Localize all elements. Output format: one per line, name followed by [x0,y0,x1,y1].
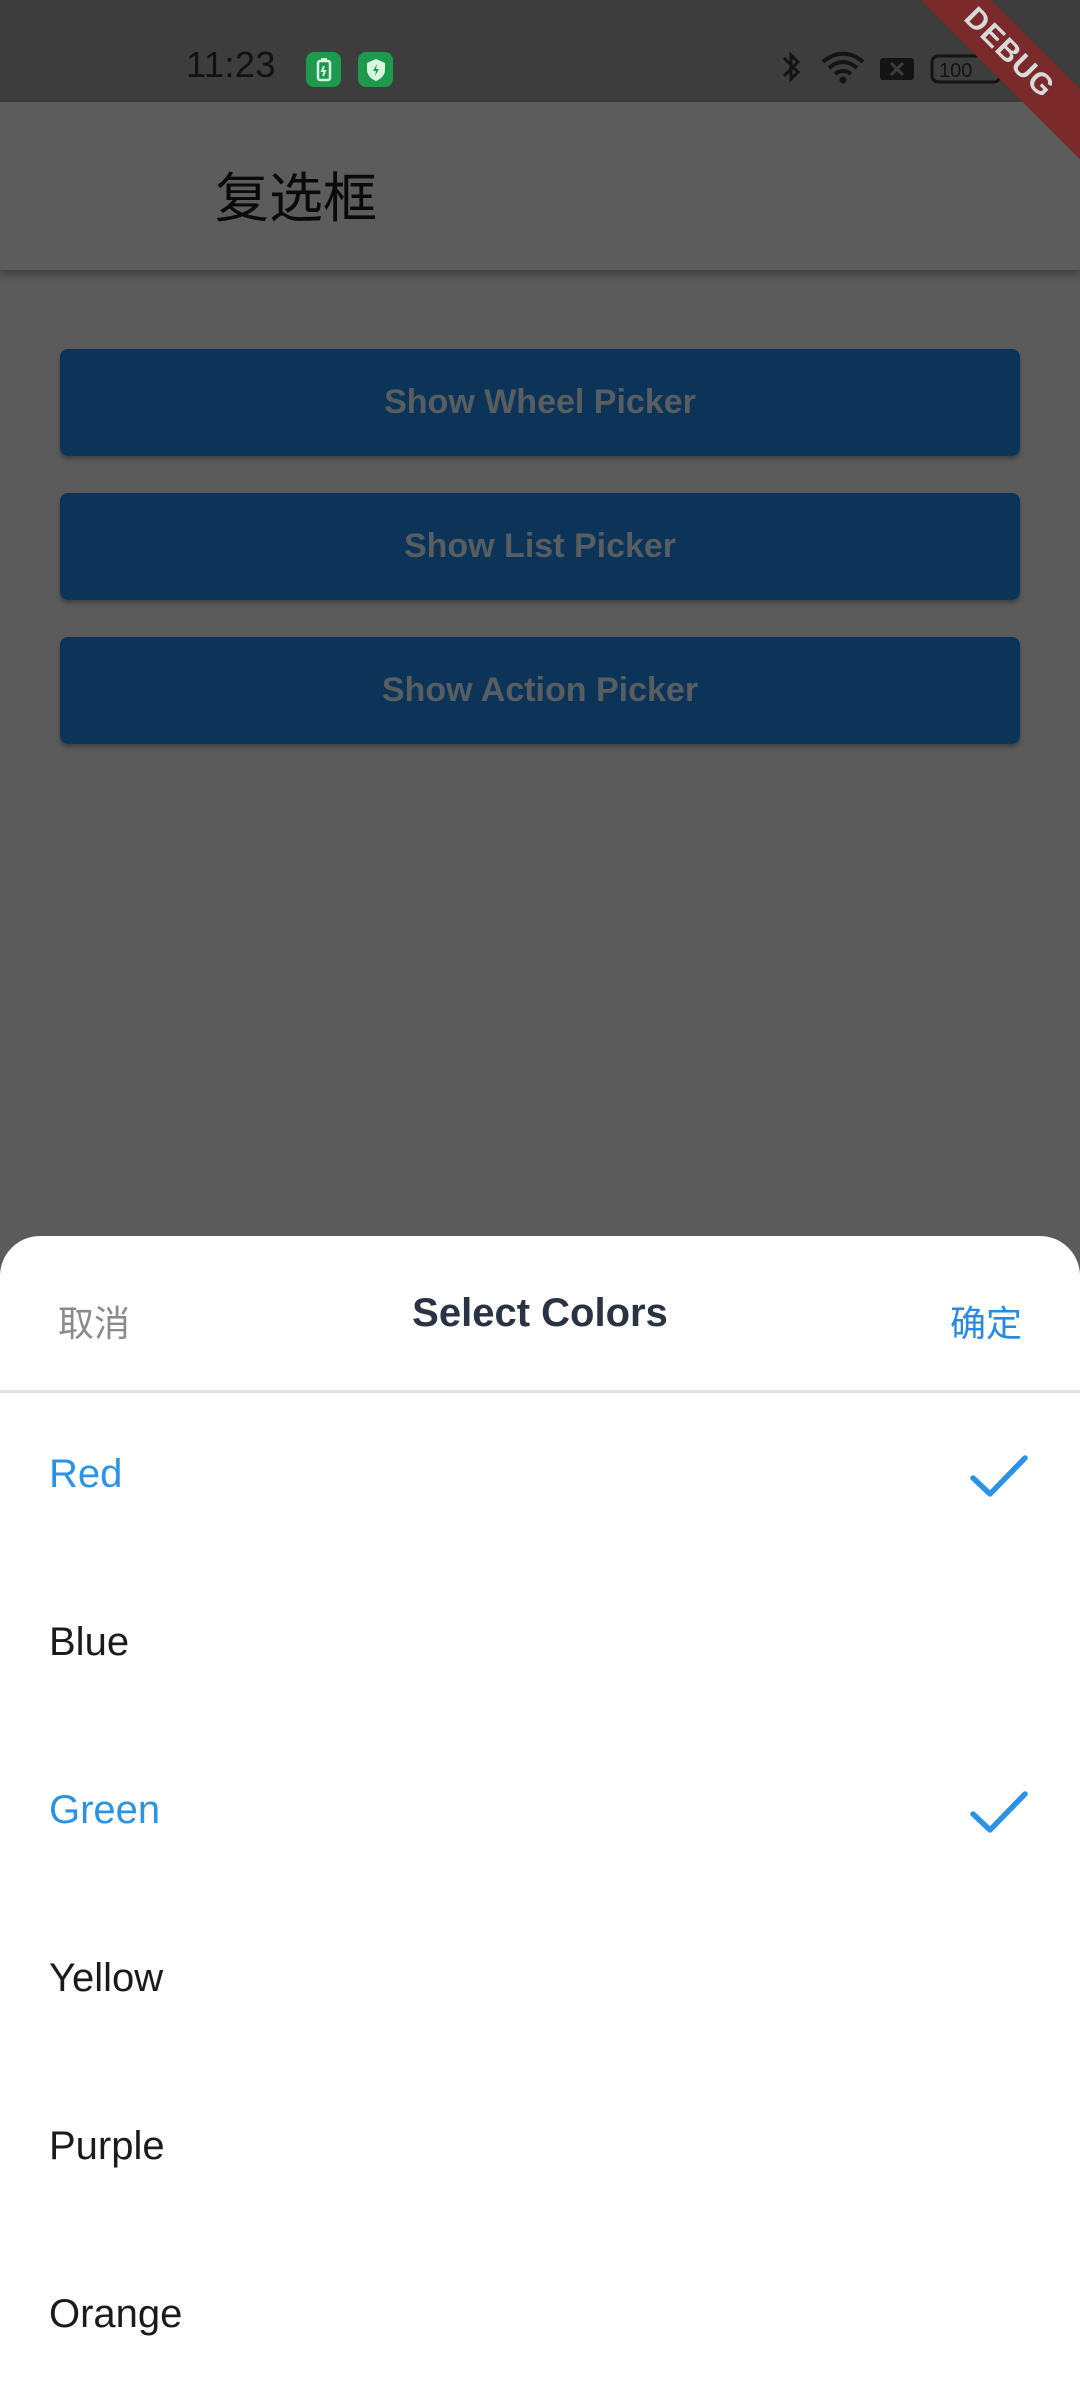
battery-level-text: 100 [939,60,972,82]
bluetooth-icon [778,46,806,90]
page-title: 复选框 [215,167,377,230]
checkmark-icon [970,1455,1028,1497]
checkmark-icon [970,1791,1028,1833]
show-wheel-picker-button[interactable]: Show Wheel Picker [60,349,1020,456]
option-label: Blue [49,1620,130,1664]
option-label: Yellow [49,1956,164,2000]
sheet-title: Select Colors [412,1291,668,1335]
option-label: Orange [49,2292,183,2336]
option-row-blue[interactable]: Blue [0,1560,1080,1728]
option-row-orange[interactable]: Orange [0,2232,1080,2400]
option-row-purple[interactable]: Purple [0,2064,1080,2232]
option-row-red[interactable]: Red [0,1392,1080,1560]
option-label: Purple [49,2124,165,2168]
show-list-picker-button[interactable]: Show List Picker [60,493,1020,600]
status-bar: 11:23 100 [0,0,1080,102]
option-label: Green [49,1788,161,1832]
sheet-header: 取消 Select Colors 确定 [0,1236,1080,1393]
wifi-icon [820,46,866,90]
option-row-green[interactable]: Green [0,1728,1080,1896]
confirm-button[interactable]: 确定 [950,1295,1022,1347]
shield-app-icon [358,52,393,87]
battery-saver-app-icon [306,52,341,87]
option-label: Red [49,1452,123,1496]
color-picker-sheet: 取消 Select Colors 确定 Red Blue Green Yello… [0,1236,1080,2400]
notification-muted-icon [878,46,918,90]
status-time: 11:23 [186,44,276,85]
show-action-picker-button[interactable]: Show Action Picker [60,637,1020,744]
option-row-yellow[interactable]: Yellow [0,1896,1080,2064]
app-bar: 复选框 [0,102,1080,270]
